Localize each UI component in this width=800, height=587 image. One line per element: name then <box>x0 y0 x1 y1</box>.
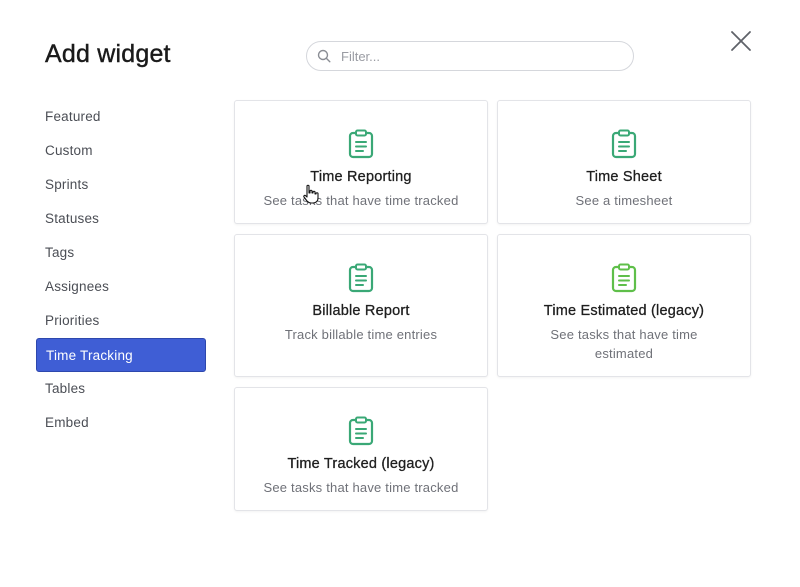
sidebar-item-time-tracking[interactable]: Time Tracking <box>36 338 206 372</box>
widget-title: Time Sheet <box>586 169 662 185</box>
sidebar-item-featured[interactable]: Featured <box>36 100 206 134</box>
clipboard-icon <box>611 129 637 159</box>
widget-description: See tasks that have time tracked <box>263 480 459 495</box>
sidebar-item-tags[interactable]: Tags <box>36 236 206 270</box>
sidebar-item-custom[interactable]: Custom <box>36 134 206 168</box>
clipboard-icon <box>611 263 637 293</box>
widget-card-time-estimated[interactable]: Time Estimated (legacy) See tasks that h… <box>497 234 751 377</box>
widget-card-time-reporting[interactable]: Time Reporting See tasks that have time … <box>234 100 488 224</box>
widget-title: Time Tracked (legacy) <box>287 456 435 472</box>
widget-category-sidebar: Featured Custom Sprints Statuses Tags As… <box>36 100 206 440</box>
widget-description: Track billable time entries <box>284 327 438 342</box>
widget-description: See a timesheet <box>575 193 673 208</box>
widget-description: See tasks that have time estimated <box>550 327 698 361</box>
widget-description: See tasks that have time tracked <box>263 193 459 208</box>
widget-card-time-tracked[interactable]: Time Tracked (legacy) See tasks that hav… <box>234 387 488 511</box>
widget-title: Time Reporting <box>310 169 412 185</box>
filter-search-box[interactable] <box>306 41 634 71</box>
widget-card-time-sheet[interactable]: Time Sheet See a timesheet <box>497 100 751 224</box>
widget-title: Billable Report <box>312 303 410 319</box>
widget-title: Time Estimated (legacy) <box>543 303 705 319</box>
clipboard-icon <box>348 263 374 293</box>
sidebar-item-priorities[interactable]: Priorities <box>36 304 206 338</box>
close-icon[interactable] <box>729 29 753 53</box>
widget-card-billable-report[interactable]: Billable Report Track billable time entr… <box>234 234 488 377</box>
add-widget-modal: Add widget Featured Custom Sprints Statu… <box>0 0 800 587</box>
clipboard-icon <box>348 416 374 446</box>
sidebar-item-embed[interactable]: Embed <box>36 406 206 440</box>
search-icon <box>317 49 331 63</box>
filter-input[interactable] <box>339 47 613 65</box>
sidebar-item-sprints[interactable]: Sprints <box>36 168 206 202</box>
sidebar-item-statuses[interactable]: Statuses <box>36 202 206 236</box>
clipboard-icon <box>348 129 374 159</box>
sidebar-item-assignees[interactable]: Assignees <box>36 270 206 304</box>
modal-title: Add widget <box>45 40 171 68</box>
sidebar-item-tables[interactable]: Tables <box>36 372 206 406</box>
